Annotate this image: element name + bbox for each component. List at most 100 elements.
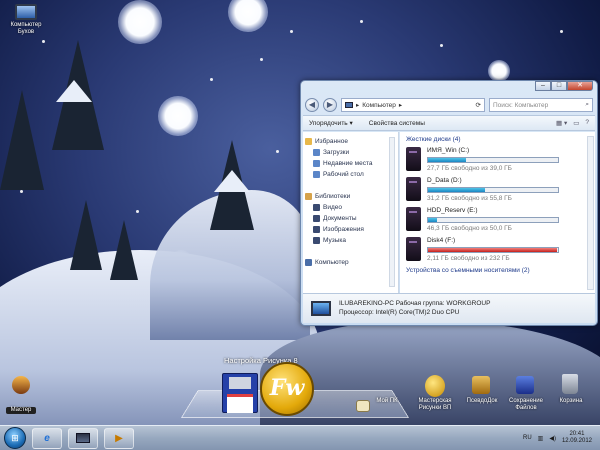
drive-name: HDD_Reserv (E:) <box>427 207 478 214</box>
drive-usage-fill <box>428 218 438 222</box>
view-options-icon[interactable]: ▦ ▾ <box>556 119 567 127</box>
drive-free-space: 2,11 ГБ свободно из 232 ГБ <box>427 255 510 262</box>
clock[interactable]: 20:41 12.09.2012 <box>562 431 592 445</box>
help-icon[interactable]: ? <box>585 119 589 127</box>
hard-drive-icon <box>406 237 421 261</box>
processor-info: Процессор: Intel(R) Core(TM)2 Duo CPU <box>339 308 460 316</box>
volume-icon[interactable]: ◀) <box>549 435 556 442</box>
clock-date: 12.09.2012 <box>561 438 592 444</box>
search-input[interactable]: Поиск: Компьютер ⌕ <box>489 98 593 112</box>
back-button[interactable]: ◀ <box>305 98 319 112</box>
details-pane: ILUBAREKINO-PC Рабочая группа: WORKGROUP… <box>303 293 595 323</box>
nav-item-label: Видео <box>323 204 342 211</box>
nav-pane-item[interactable]: Документы <box>305 213 396 224</box>
nav-item-label: Загрузки <box>323 149 350 156</box>
navigation-bar: ◀ ▶ ▸ Компьютер ▸ ⟳ Поиск: Компьютер ⌕ <box>305 97 593 113</box>
drive-usage-fill <box>428 188 486 192</box>
clock-time: 20:41 <box>569 431 585 437</box>
forward-button[interactable]: ▶ <box>323 98 337 112</box>
gear-icon[interactable] <box>472 376 490 394</box>
nav-item-label: Недавние места <box>323 160 373 167</box>
snowflake <box>136 210 139 213</box>
burger-icon[interactable] <box>12 376 30 394</box>
removable-group-heading[interactable]: Устройства со съемными носителями (2) <box>406 267 589 274</box>
drive-usage-fill <box>428 248 557 252</box>
snowflake <box>290 30 293 33</box>
drive-free-space: 46,3 ГБ свободно из 50,0 ГБ <box>427 225 512 232</box>
nav-pane-item[interactable]: Недавние места <box>305 158 396 169</box>
drive-usage-bar <box>427 187 559 193</box>
monitor-icon <box>76 433 90 443</box>
drive-name: Disk4 (F:) <box>427 237 456 244</box>
content-scrollbar[interactable] <box>587 136 594 290</box>
computer-icon <box>345 102 353 108</box>
organize-menu[interactable]: Упорядочить ▾ <box>309 119 353 127</box>
nav-item-label: Музыка <box>323 237 346 244</box>
bulb-icon[interactable] <box>425 375 445 397</box>
floppy-save-icon[interactable] <box>222 373 258 413</box>
snowflake <box>20 190 23 193</box>
address-bar[interactable]: ▸ Компьютер ▸ ⟳ <box>341 98 485 112</box>
drive-item[interactable]: ИМЯ_Win (C:) 27,7 ГБ свободно из 39,0 ГБ <box>406 147 589 177</box>
system-properties-button[interactable]: Свойства системы <box>369 120 425 127</box>
nav-item-icon <box>305 259 312 266</box>
moon-light <box>158 96 198 136</box>
close-button[interactable]: ✕ <box>567 81 593 91</box>
nav-pane-item[interactable]: Избранное <box>305 136 396 147</box>
snowflake <box>210 78 213 81</box>
language-indicator[interactable]: RU <box>523 435 532 441</box>
drive-list: ИМЯ_Win (C:) 27,7 ГБ свободно из 39,0 ГБ D… <box>406 147 589 267</box>
drive-free-space: 27,7 ГБ свободно из 39,0 ГБ <box>427 165 512 172</box>
dock-left-label: Мастер <box>6 407 36 414</box>
hard-drive-icon <box>406 147 421 171</box>
tree-snow <box>214 170 250 192</box>
snowflake <box>276 150 279 153</box>
nav-item-label: Документы <box>323 215 357 222</box>
drive-item[interactable]: Disk4 (F:) 2,11 ГБ свободно из 232 ГБ <box>406 237 589 267</box>
desktop-computer-shortcut[interactable]: Компьютер Бухов <box>2 4 50 36</box>
save-icon[interactable] <box>516 376 534 394</box>
drive-usage-bar <box>427 217 559 223</box>
moon-light <box>118 0 162 44</box>
ie-taskbar-button[interactable]: e <box>32 427 62 449</box>
nav-pane-item[interactable]: Компьютер <box>305 257 396 268</box>
dock-item-label: ПсевдоДок <box>466 398 498 404</box>
computer-name: ILUBAREKINO-PC Рабочая группа: WORKGROUP <box>339 299 491 307</box>
explorer-taskbar-button[interactable] <box>68 427 98 449</box>
drive-item[interactable]: D_Data (D:) 31,2 ГБ свободно из 55,8 ГБ <box>406 177 589 207</box>
play-icon: ▶ <box>115 432 123 444</box>
fw-logo-icon[interactable]: Fw <box>260 362 314 416</box>
network-icon[interactable]: ▥ <box>538 435 544 442</box>
nav-pane-item[interactable]: Музыка <box>305 235 396 246</box>
preview-pane-icon[interactable]: ▭ <box>573 119 579 127</box>
drives-group-heading[interactable]: Жесткие диски (4) <box>406 136 589 143</box>
nav-pane-item[interactable]: Видео <box>305 202 396 213</box>
nav-pane-item[interactable]: Загрузки <box>305 147 396 158</box>
refresh-icon[interactable]: ⟳ <box>476 101 481 109</box>
maximize-button[interactable]: □ <box>551 81 567 91</box>
drive-name: ИМЯ_Win (C:) <box>427 147 470 154</box>
snowflake <box>440 44 443 47</box>
start-button[interactable]: ⊞ <box>4 427 26 449</box>
minimize-button[interactable]: – <box>535 81 551 91</box>
nav-pane-item[interactable]: Изображения <box>305 224 396 235</box>
monitor-icon <box>311 301 331 316</box>
computer-icon <box>15 4 37 20</box>
explorer-window[interactable]: – □ ✕ ◀ ▶ ▸ Компьютер ▸ ⟳ Поиск: Компьют… <box>300 80 598 326</box>
drive-usage-fill <box>428 158 466 162</box>
folder-icon[interactable] <box>356 400 370 412</box>
moon-light <box>488 60 510 82</box>
nav-item-icon <box>313 160 320 167</box>
nav-pane-item[interactable]: Рабочий стол <box>305 169 396 180</box>
taskbar: ⊞ e ▶ RU ▥ ◀) 20:41 12.09.2012 <box>0 425 600 450</box>
nav-pane-item[interactable]: Библиотеки <box>305 191 396 202</box>
address-path: Компьютер <box>362 101 396 109</box>
nav-item-label: Библиотеки <box>315 193 351 200</box>
dock-item-label: Мой ПК <box>376 398 398 404</box>
tree-snow <box>56 80 92 102</box>
trash-icon[interactable] <box>562 374 578 394</box>
media-taskbar-button[interactable]: ▶ <box>104 427 134 449</box>
navigation-scrollbar[interactable] <box>389 137 395 287</box>
drive-item[interactable]: HDD_Reserv (E:) 46,3 ГБ свободно из 50,0 … <box>406 207 589 237</box>
search-placeholder: Поиск: Компьютер <box>493 101 549 109</box>
